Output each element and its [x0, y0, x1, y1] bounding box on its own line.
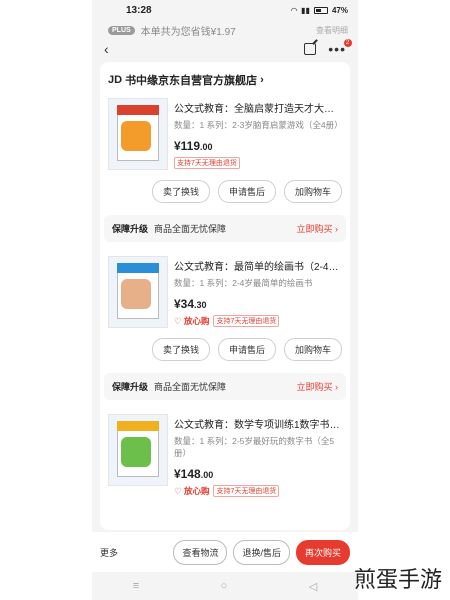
order-item[interactable]: 公文式教育：全脑启蒙打造天才大脑… 数量：1 系列：2-3岁脑育启蒙游戏（全4册…	[106, 94, 344, 170]
product-meta: 数量：1 系列：2-4岁最简单的绘画书	[174, 278, 313, 288]
after-sale-button[interactable]: 申请售后	[217, 338, 276, 361]
status-bar: 13:28 ◠ ▮▮ 47%	[92, 0, 358, 20]
guarantee-sub: 商品全面无忧保障	[154, 382, 227, 392]
view-detail-link[interactable]: 查看明细	[316, 25, 348, 36]
order-card: JD 书中缘京东自营官方旗舰店 › 公文式教育：全脑启蒙打造天才大脑… 数量：1…	[100, 62, 350, 530]
product-meta: 数量：1 系列：2-3岁脑育启蒙游戏（全4册）	[174, 120, 343, 130]
system-nav-bar: ≡ ○ ◁	[92, 572, 358, 600]
product-price: ¥119.00	[174, 139, 213, 153]
guarantee-row[interactable]: 保障升级 商品全面无忧保障 立即购买 ›	[104, 373, 346, 400]
resell-button[interactable]: 卖了换钱	[151, 338, 210, 361]
bottom-action-bar: 更多 查看物流 退换/售后 再次购买	[92, 532, 358, 572]
item-actions: 卖了换钱 申请售后 加购物车	[106, 338, 344, 361]
item-actions: 卖了换钱 申请售后 加购物车	[106, 180, 344, 203]
more-button[interactable]: 更多	[100, 546, 118, 559]
plus-tag: PLUS	[108, 25, 135, 35]
add-to-cart-button[interactable]: 加购物车	[283, 180, 342, 203]
resell-button[interactable]: 卖了换钱	[151, 180, 210, 203]
signal-icon: ▮▮	[301, 5, 310, 15]
guarantee-title: 保障升级	[112, 224, 149, 234]
assured-purchase-badge: ♡ 放心购	[174, 486, 210, 496]
order-item[interactable]: 公文式教育：最简单的绘画书（2-4… 数量：1 系列：2-4岁最简单的绘画书 ¥…	[106, 252, 344, 328]
plus-savings-bar: PLUS 本单共为您省钱¥1.97 查看明细	[92, 20, 358, 40]
wifi-icon: ◠	[291, 5, 298, 15]
edit-icon[interactable]	[304, 43, 317, 55]
guarantee-sub: 商品全面无忧保障	[154, 224, 227, 234]
product-title: 公文式教育：数学专项训练1数字书 2…	[174, 420, 342, 431]
product-thumbnail[interactable]	[108, 256, 168, 328]
product-meta: 数量：1 系列：2-5岁最好玩的数字书（全5册）	[174, 436, 335, 458]
add-to-cart-button[interactable]: 加购物车	[283, 338, 342, 361]
product-title: 公文式教育：最简单的绘画书（2-4…	[174, 262, 339, 273]
guarantee-title: 保障升级	[112, 382, 149, 392]
return-policy-tag: 支持7天无理由退货	[213, 485, 280, 497]
store-name: 书中缘京东自营官方旗舰店	[125, 75, 258, 87]
jd-logo: JD	[108, 74, 123, 86]
after-sale-button[interactable]: 申请售后	[217, 180, 276, 203]
assured-purchase-badge: ♡ 放心购	[174, 316, 210, 326]
product-price: ¥148.00	[174, 467, 214, 481]
watermark: 煎蛋手游	[353, 568, 442, 593]
return-exchange-button[interactable]: 退换/售后	[233, 539, 290, 565]
guarantee-buy-link[interactable]: 立即购买 ›	[297, 380, 339, 393]
return-policy-tag: 支持7天无理由退货	[174, 157, 240, 169]
rebuy-button[interactable]: 再次购买	[295, 539, 350, 565]
battery-icon	[313, 6, 328, 14]
product-thumbnail[interactable]	[108, 98, 168, 170]
guarantee-row[interactable]: 保障升级 商品全面无忧保障 立即购买 ›	[104, 215, 346, 242]
more-icon[interactable]: ••• 2	[328, 39, 352, 56]
status-time: 13:28	[126, 4, 152, 16]
back-icon[interactable]: ‹	[104, 41, 109, 57]
home-icon[interactable]: ○	[221, 580, 228, 592]
order-item[interactable]: 公文式教育：数学专项训练1数字书 2… 数量：1 系列：2-5岁最好玩的数字书（…	[106, 410, 344, 497]
back-nav-icon[interactable]: ◁	[309, 580, 317, 593]
notification-badge: 2	[344, 39, 352, 47]
product-title: 公文式教育：全脑启蒙打造天才大脑…	[174, 104, 342, 115]
store-header[interactable]: JD 书中缘京东自营官方旗舰店 ›	[106, 70, 344, 94]
phone-screen: 13:28 ◠ ▮▮ 47% PLUS 本单共为您省钱¥1.97 查看明细 ‹ …	[92, 0, 358, 600]
product-thumbnail[interactable]	[108, 414, 168, 486]
battery-level: 47%	[331, 5, 348, 15]
return-policy-tag: 支持7天无理由退货	[213, 315, 280, 327]
product-price: ¥34.30	[174, 297, 207, 311]
plus-savings-text: 本单共为您省钱¥1.97	[140, 26, 236, 38]
view-logistics-button[interactable]: 查看物流	[173, 539, 228, 565]
guarantee-buy-link[interactable]: 立即购买 ›	[297, 222, 339, 235]
chevron-right-icon: ›	[260, 74, 264, 86]
nav-actions: ••• 2	[304, 39, 352, 56]
nav-bar: ‹ ••• 2	[92, 39, 358, 58]
status-icons: ◠ ▮▮ 47%	[291, 6, 348, 15]
menu-icon[interactable]: ≡	[133, 580, 139, 592]
